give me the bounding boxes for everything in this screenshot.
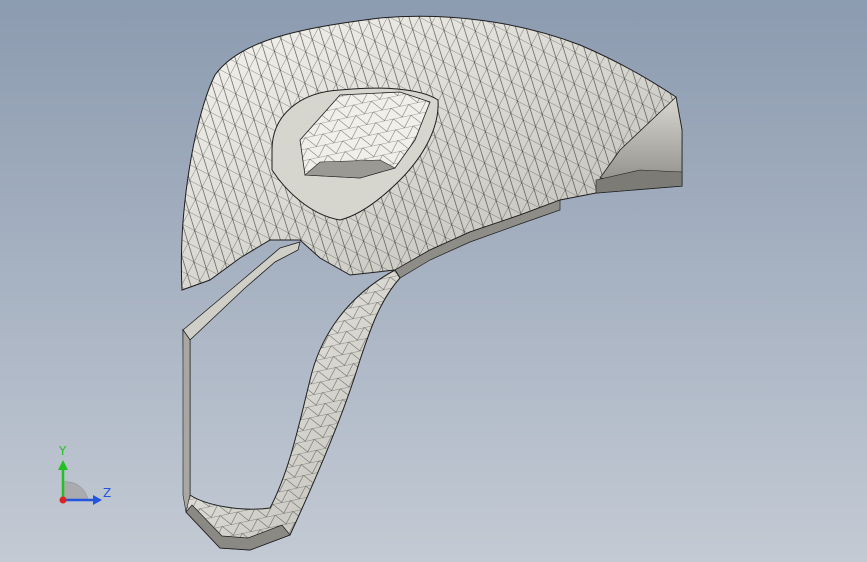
y-axis-label: Y xyxy=(58,444,67,458)
z-axis-label: Z xyxy=(103,486,111,500)
model-scene[interactable]: Y Z xyxy=(0,0,867,562)
graphics-viewport[interactable]: Y Z xyxy=(0,0,867,562)
lower-loop-side xyxy=(182,329,191,513)
x-axis-point xyxy=(59,496,67,504)
